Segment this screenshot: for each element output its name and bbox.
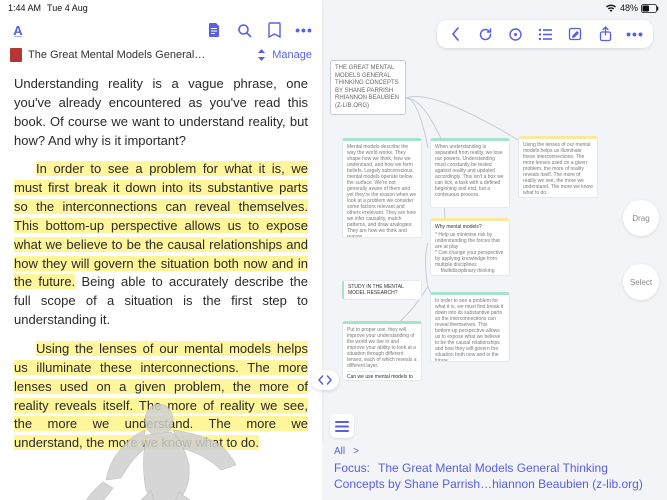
more-icon[interactable]: ••• — [627, 26, 643, 42]
mindmap-canvas[interactable]: THE GREAT MENTAL MODELS GENERAL THINKING… — [328, 58, 647, 440]
highlight[interactable]: In order to see a problem for what it is… — [14, 161, 308, 289]
reader-content[interactable]: Understanding reality is a vague phrase,… — [0, 70, 322, 500]
target-icon[interactable] — [507, 26, 523, 42]
note-card[interactable]: Mental models describe the way the world… — [342, 138, 422, 238]
document-icon[interactable] — [206, 22, 222, 38]
manage-link[interactable]: Manage — [272, 49, 312, 61]
chevron-right-icon: > — [353, 446, 359, 457]
chevron-right-icon[interactable] — [326, 375, 333, 385]
wifi-icon — [605, 4, 617, 13]
note-card[interactable]: STUDY IN THE MENTAL MODEL RESEARCH? — [342, 280, 422, 300]
breadcrumb-all[interactable]: All — [334, 446, 345, 457]
select-button[interactable]: Select — [623, 264, 659, 300]
status-date: Tue 4 Aug — [47, 3, 88, 13]
book-cover-icon — [10, 48, 22, 62]
breadcrumb[interactable]: All > — [334, 446, 655, 457]
paragraph: In order to see a problem for what it is… — [14, 160, 308, 330]
share-icon[interactable] — [597, 26, 613, 42]
pane-nav-pill[interactable] — [311, 370, 339, 390]
search-icon[interactable] — [236, 22, 252, 38]
hamburger-icon[interactable] — [330, 414, 354, 438]
side-controls: Drag Select — [623, 200, 659, 300]
status-bar: 1:44 AM Tue 4 Aug 48% — [0, 0, 667, 16]
focus-label: Focus: — [334, 461, 370, 475]
status-time: 1:44 AM — [8, 3, 41, 13]
focus-line[interactable]: Focus:The Great Mental Models General Th… — [334, 460, 655, 492]
updown-icon[interactable] — [257, 49, 266, 61]
focus-title: The Great Mental Models General Thinking… — [334, 461, 643, 491]
refresh-icon[interactable] — [477, 26, 493, 42]
font-icon[interactable]: A̲ — [10, 22, 26, 38]
right-toolbar: ••• — [437, 20, 653, 48]
bottom-bar: All > Focus:The Great Mental Models Gene… — [322, 442, 667, 500]
edit-icon[interactable] — [567, 26, 583, 42]
sculpture-image — [61, 380, 261, 500]
back-icon[interactable] — [447, 26, 463, 42]
list-icon[interactable] — [537, 26, 553, 42]
book-title[interactable]: The Great Mental Models General… — [28, 49, 251, 61]
note-card[interactable]: Why mental models? * Help us minimise ri… — [430, 218, 510, 276]
app-header: A̲ ••• — [0, 16, 322, 44]
book-bar: The Great Mental Models General… Manage — [0, 44, 322, 70]
note-card[interactable]: In order to see a problem for what it is… — [430, 292, 510, 362]
reader-pane: A̲ ••• The Great Mental Models General… … — [0, 0, 322, 500]
drag-button[interactable]: Drag — [623, 200, 659, 236]
note-card[interactable]: Using the lenses of our mental models he… — [518, 136, 598, 198]
battery-pct: 48% — [620, 3, 638, 13]
paragraph: Understanding reality is a vague phrase,… — [14, 75, 308, 150]
note-card[interactable]: Put to proper use, they will improve you… — [342, 321, 422, 381]
chevron-left-icon[interactable] — [317, 375, 324, 385]
note-card[interactable]: When understanding is separated from rea… — [430, 138, 510, 208]
mindmap-pane: ••• THE GREAT MENTAL MODELS GENERAL THIN… — [322, 0, 667, 500]
battery-icon — [641, 4, 659, 13]
bookmark-icon[interactable] — [266, 22, 282, 38]
more-icon[interactable]: ••• — [296, 22, 312, 38]
map-root-node[interactable]: THE GREAT MENTAL MODELS GENERAL THINKING… — [330, 60, 406, 115]
